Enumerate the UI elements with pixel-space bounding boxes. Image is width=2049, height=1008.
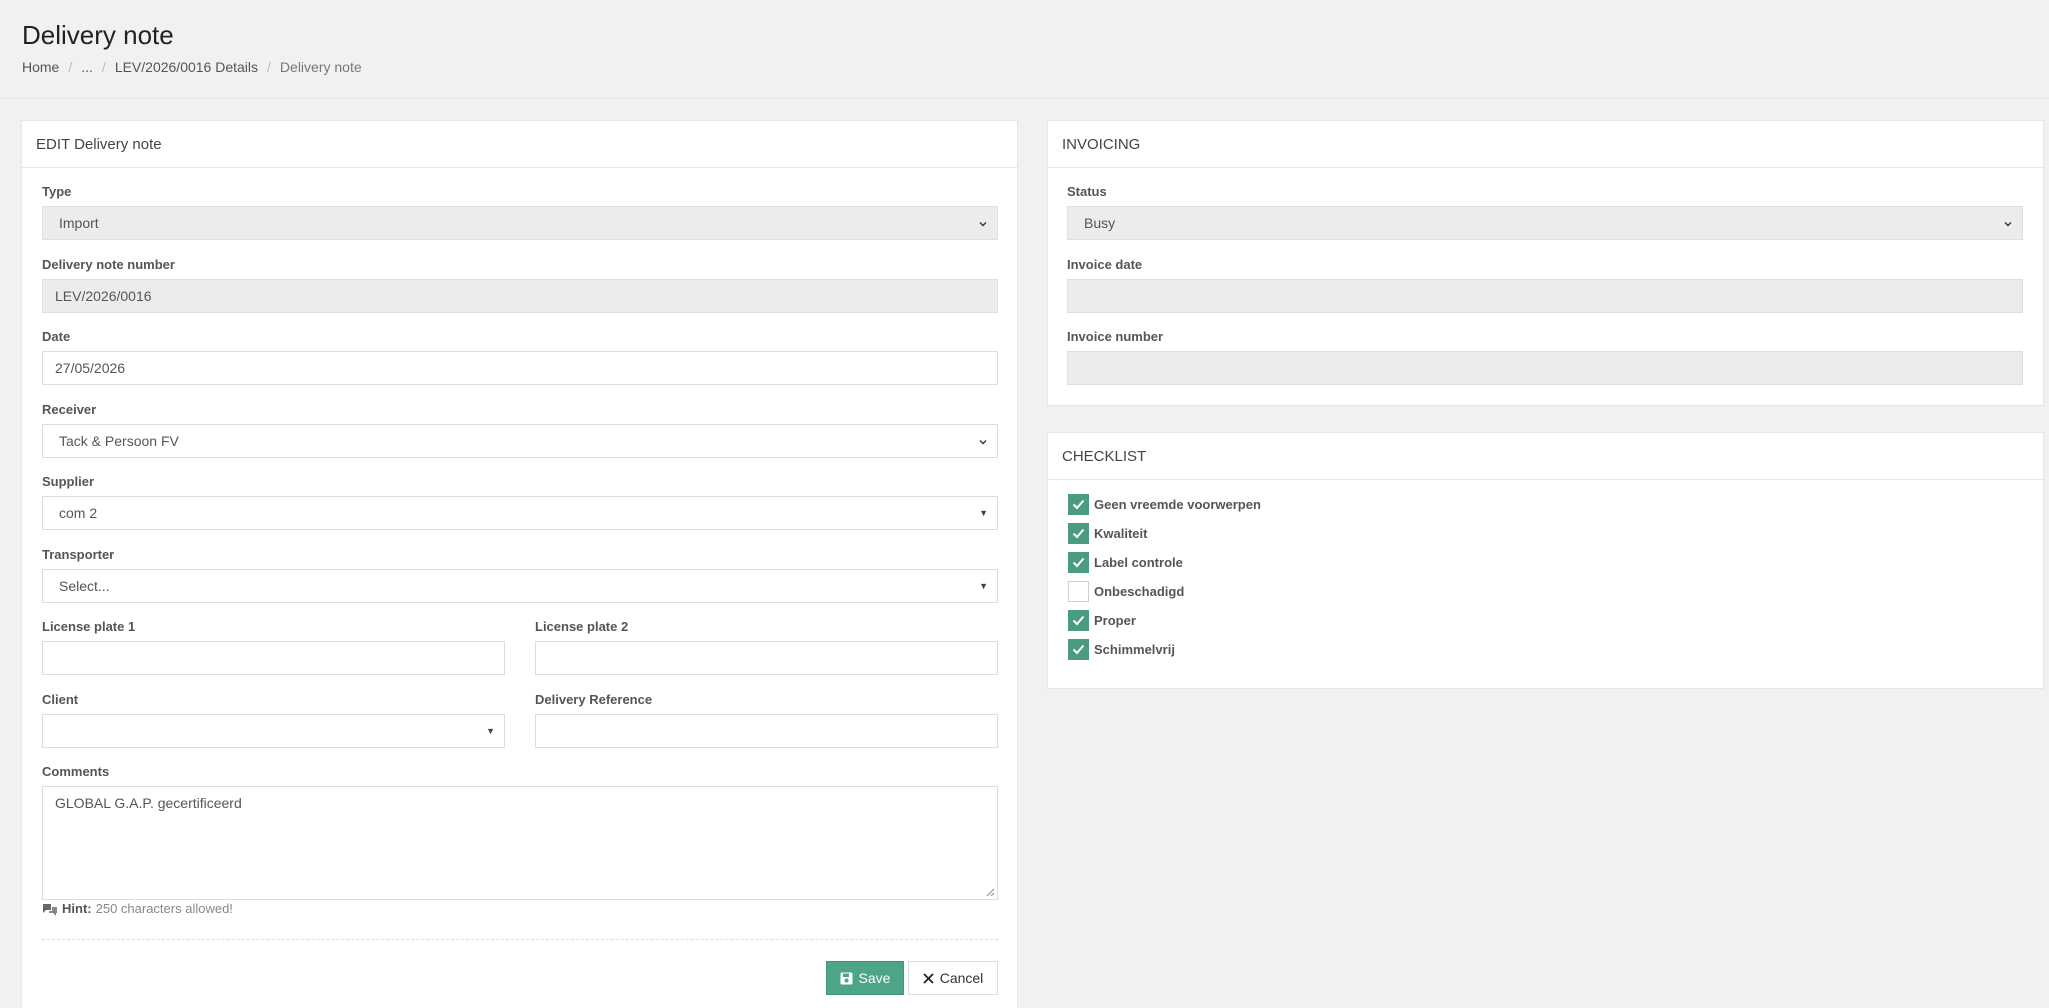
checklist-item[interactable]: Kwaliteit	[1068, 523, 1147, 544]
checklist-item[interactable]: Proper	[1068, 610, 1136, 631]
chevron-down-icon	[979, 440, 987, 445]
checklist-card: CHECKLIST	[1047, 432, 2044, 689]
checkmark-icon	[1072, 615, 1085, 626]
chevron-down-icon	[979, 222, 987, 227]
checklist-item-label: Onbeschadigd	[1094, 584, 1185, 599]
chevron-down-icon	[2004, 222, 2012, 227]
breadcrumb: Home / ... / LEV/2026/0016 Details / Del…	[22, 59, 362, 75]
transporter-select[interactable]: Select... ▼	[42, 569, 998, 603]
supplier-value: com 2	[59, 505, 98, 521]
hint: Hint: 250 characters allowed!	[42, 901, 233, 916]
checklist-item-label: Proper	[1094, 613, 1136, 628]
breadcrumb-separator: /	[101, 59, 106, 75]
checkbox[interactable]	[1068, 581, 1089, 602]
checklist-item[interactable]: Label controle	[1068, 552, 1183, 573]
checkbox[interactable]	[1068, 610, 1089, 631]
supplier-select[interactable]: com 2 ▼	[42, 496, 998, 530]
breadcrumb-separator: /	[267, 59, 271, 75]
checklist-item-label: Kwaliteit	[1094, 526, 1148, 541]
checkbox[interactable]	[1068, 523, 1089, 544]
transporter-placeholder: Select...	[59, 578, 110, 594]
caret-down-icon: ▼	[486, 726, 495, 736]
page-title: Delivery note	[22, 20, 174, 50]
invoice-date-label: Invoice date	[1067, 257, 1143, 272]
checkbox[interactable]	[1068, 552, 1089, 573]
checklist-item-label: Geen vreemde voorwerpen	[1094, 497, 1261, 512]
date-label: Date	[42, 329, 71, 344]
save-button[interactable]: Save	[826, 961, 904, 995]
type-label: Type	[42, 184, 72, 199]
license-plate-1-field[interactable]	[42, 641, 505, 675]
invoice-number-field[interactable]	[1067, 351, 2023, 385]
comments-value: GLOBAL G.A.P. gecertificeerd	[55, 795, 242, 811]
date-field[interactable]: 27/05/2026	[42, 351, 998, 385]
breadcrumb-home[interactable]: Home	[22, 59, 59, 75]
checklist-item[interactable]: Schimmelvrij	[1068, 639, 1175, 660]
checkmark-icon	[1072, 557, 1085, 568]
transporter-label: Transporter	[42, 547, 115, 562]
delivery-reference-label: Delivery Reference	[535, 692, 653, 707]
status-select[interactable]: Busy	[1067, 206, 2023, 240]
cancel-label: Cancel	[939, 970, 984, 986]
supplier-label: Supplier	[42, 474, 95, 489]
breadcrumb-ellipsis[interactable]: ...	[81, 59, 93, 75]
status-label: Status	[1067, 184, 1107, 199]
license-plate-2-label: License plate 2	[535, 619, 629, 634]
breadcrumb-current: Delivery note	[279, 59, 362, 75]
card-title: CHECKLIST	[1048, 433, 2043, 480]
license-plate-1-label: License plate 1	[42, 619, 136, 634]
checkbox[interactable]	[1068, 494, 1089, 515]
close-icon	[923, 972, 934, 984]
license-plate-2-field[interactable]	[535, 641, 998, 675]
checkmark-icon	[1072, 499, 1085, 510]
page-header: Delivery note Home / ... / LEV/2026/0016…	[0, 0, 2049, 99]
receiver-select[interactable]: Tack & Persoon FV	[42, 424, 998, 458]
type-select[interactable]: Import	[42, 206, 998, 240]
comments-label: Comments	[42, 764, 110, 779]
invoice-date-field[interactable]	[1067, 279, 2023, 313]
hint-label: Hint:	[62, 901, 92, 916]
card-title: INVOICING	[1048, 121, 2043, 168]
delivery-note-number-field[interactable]: LEV/2026/0016	[42, 279, 998, 313]
cancel-button[interactable]: Cancel	[908, 961, 998, 995]
caret-down-icon: ▼	[979, 508, 988, 518]
comments-textarea[interactable]: GLOBAL G.A.P. gecertificeerd	[42, 786, 998, 900]
status-value: Busy	[1084, 215, 1116, 231]
save-icon	[840, 972, 853, 984]
resize-handle-icon[interactable]	[986, 888, 995, 897]
checkmark-icon	[1072, 528, 1085, 539]
comments-icon	[43, 903, 57, 916]
receiver-label: Receiver	[42, 402, 97, 417]
breadcrumb-separator: /	[68, 59, 73, 75]
checklist-item-label: Schimmelvrij	[1094, 642, 1175, 657]
checklist-item[interactable]: Geen vreemde voorwerpen	[1068, 494, 1261, 515]
hint-text: 250 characters allowed!	[95, 901, 233, 916]
save-label: Save	[858, 970, 891, 986]
client-label: Client	[42, 692, 79, 707]
checkmark-icon	[1072, 644, 1085, 655]
invoice-number-label: Invoice number	[1067, 329, 1164, 344]
divider	[42, 939, 998, 940]
checklist-item[interactable]: Onbeschadigd	[1068, 581, 1184, 602]
breadcrumb-details[interactable]: LEV/2026/0016 Details	[115, 59, 258, 75]
caret-down-icon: ▼	[979, 581, 988, 591]
receiver-value: Tack & Persoon FV	[59, 433, 179, 449]
type-value: Import	[59, 215, 99, 231]
client-select[interactable]: ▼	[42, 714, 505, 748]
delivery-reference-field[interactable]	[535, 714, 998, 748]
delivery-note-number-label: Delivery note number	[42, 257, 175, 272]
checklist-item-label: Label controle	[1094, 555, 1183, 570]
checkbox[interactable]	[1068, 639, 1089, 660]
card-title: EDIT Delivery note	[22, 121, 1017, 168]
